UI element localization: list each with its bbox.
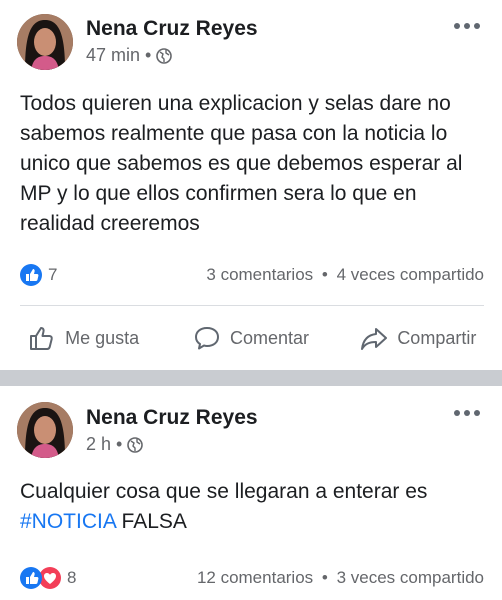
meta-separator: • [145,45,152,65]
comment-label: Comentar [229,327,309,348]
post-text-plain: Cualquier cosa que se llegaran a enterar… [20,480,428,503]
author-name[interactable]: Nena Cruz Reyes [86,406,258,430]
avatar[interactable] [17,402,73,458]
like-label: Me gusta [65,327,140,348]
globe-icon [156,47,173,64]
post-text: Todos quieren una explicacion y selas da… [20,92,463,235]
post-meta: 47 min • [86,45,173,66]
love-reaction-icon[interactable] [39,567,61,589]
share-icon [361,328,388,350]
post-stats: 8 12 comentarios • 3 veces compartido [20,565,484,591]
feed-separator [0,370,502,386]
post-text: Cualquier cosa que se llegaran a enterar… [20,477,488,537]
post-meta: 2 h • [86,434,144,455]
reaction-count[interactable]: 8 [67,568,76,588]
engagement-summary[interactable]: 3 comentarios • 4 veces compartido [206,265,484,285]
post-stats: 7 3 comentarios • 4 veces compartido [20,262,484,288]
share-count[interactable]: 4 veces compartido [337,265,484,284]
comment-button[interactable]: Comentar [167,324,334,352]
meta-separator: • [116,434,123,454]
author-name[interactable]: Nena Cruz Reyes [86,17,258,41]
like-reaction-icon[interactable] [20,264,42,286]
stats-separator: • [321,265,328,284]
like-reaction-icon[interactable] [20,567,42,589]
more-icon[interactable] [454,410,480,416]
globe-icon [127,436,144,453]
post-text-tail: FALSA [115,510,187,533]
more-icon[interactable] [454,23,480,29]
share-count[interactable]: 3 veces compartido [337,568,484,587]
post-time[interactable]: 2 h [86,434,111,455]
divider [20,305,484,306]
stats-separator: • [321,568,328,587]
comment-icon [194,327,219,350]
comment-count[interactable]: 12 comentarios [197,568,313,587]
action-bar: Me gusta Comentar Compartir [0,318,502,358]
engagement-summary[interactable]: 12 comentarios • 3 veces compartido [197,568,484,588]
thumbs-up-icon [30,327,53,350]
hashtag-link[interactable]: #NOTICIA [20,510,116,533]
reaction-count[interactable]: 7 [48,265,57,285]
post: Nena Cruz Reyes 2 h • Cualquier cosa que… [0,386,502,600]
comment-count[interactable]: 3 comentarios [206,265,313,284]
post-time[interactable]: 47 min [86,45,140,66]
avatar[interactable] [17,14,73,70]
share-label: Compartir [397,327,477,348]
like-button[interactable]: Me gusta [0,324,167,352]
post: Nena Cruz Reyes 47 min • Todos quieren u… [0,0,502,370]
share-button[interactable]: Compartir [335,324,502,352]
